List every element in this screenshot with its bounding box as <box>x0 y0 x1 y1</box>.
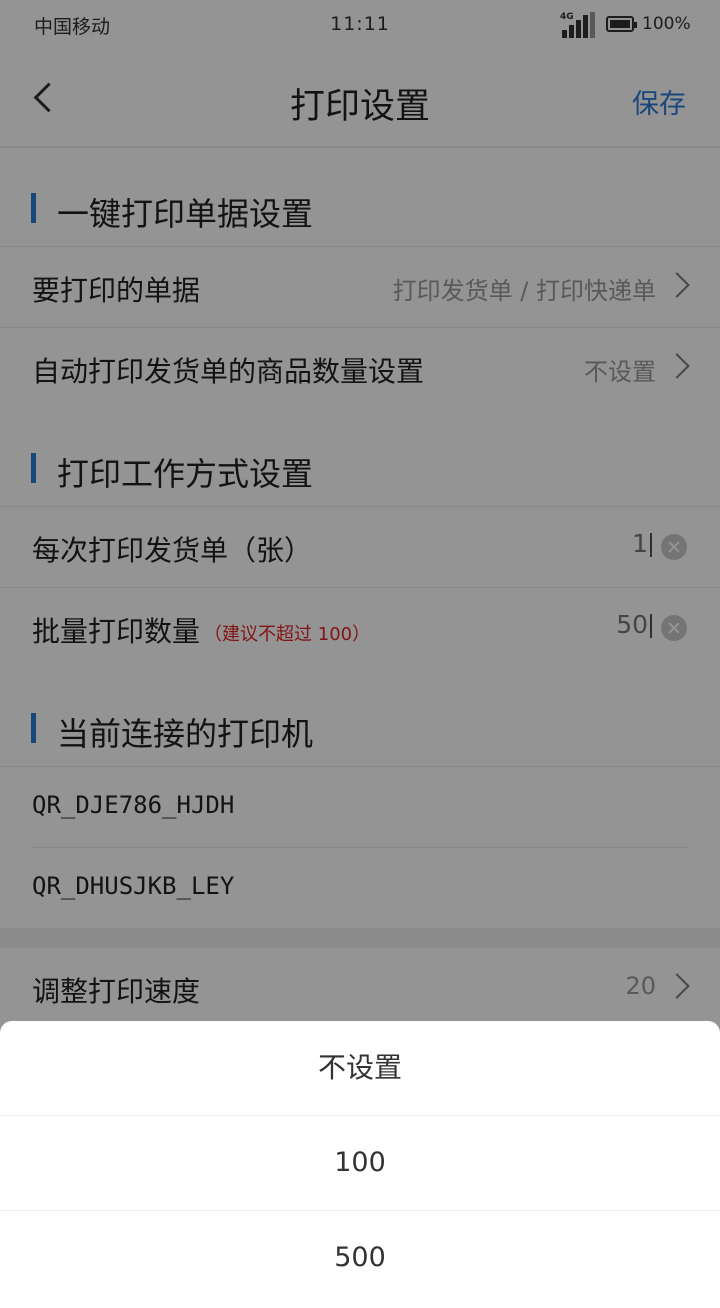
picker-option-100[interactable]: 100 <box>0 1115 720 1210</box>
quantity-picker-sheet: 不设置 100 500 <box>0 1021 720 1308</box>
picker-option-none[interactable]: 不设置 <box>0 1021 720 1115</box>
print-settings-screen: 中国移动 11:11 4G 100% 打印设置 保存 一键打印单据设置 要打印的… <box>0 0 720 1308</box>
picker-option-500[interactable]: 500 <box>0 1210 720 1305</box>
